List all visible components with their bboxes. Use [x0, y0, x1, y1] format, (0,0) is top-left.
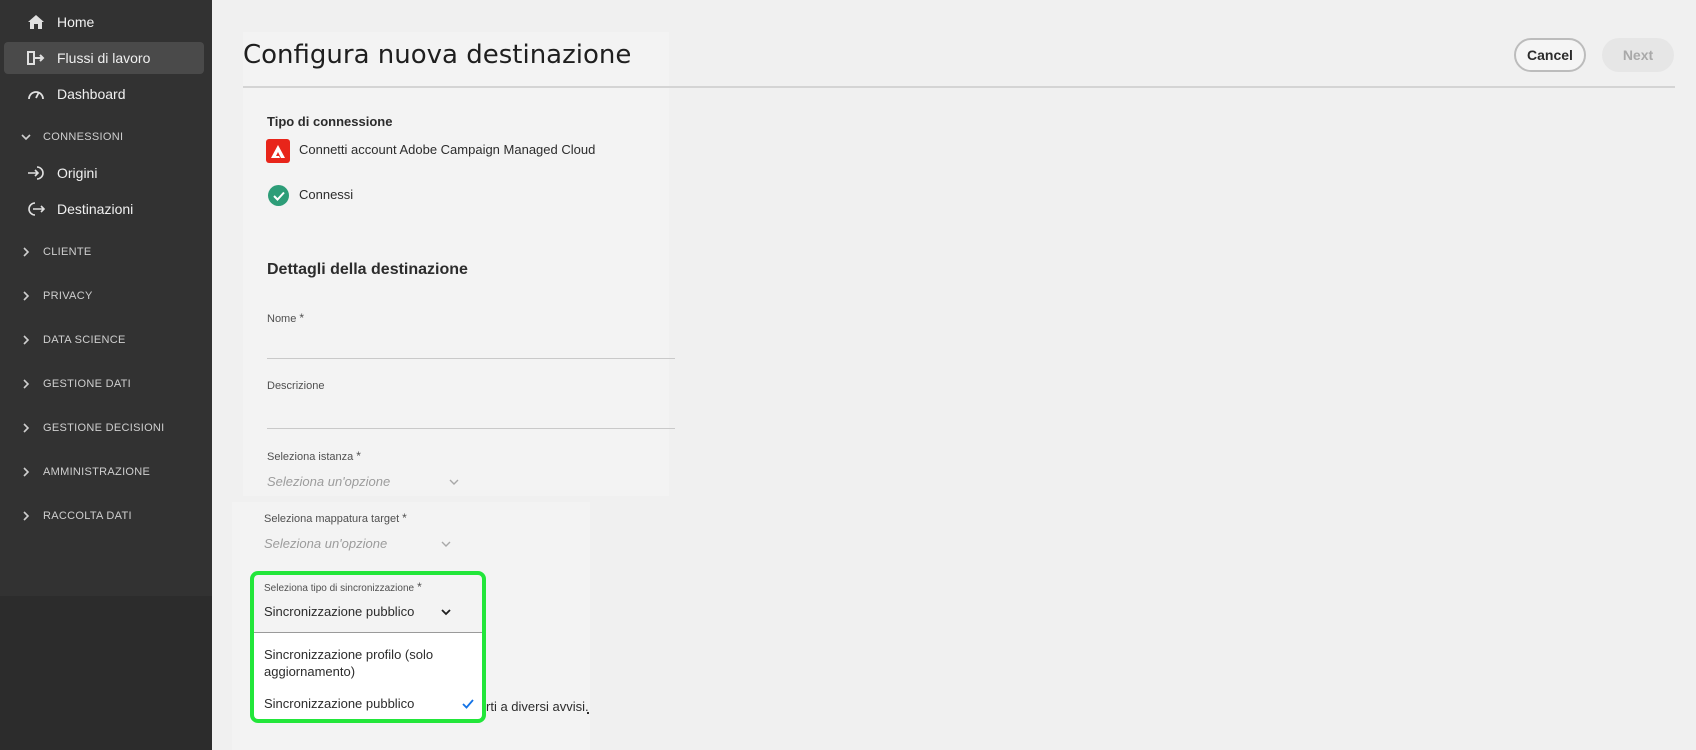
- connection-status-label: Connessi: [299, 187, 354, 202]
- sidebar-item-label: Dashboard: [57, 86, 126, 102]
- sidebar-section-label: CONNESSIONI: [43, 131, 124, 143]
- sidebar-item-label: Home: [57, 14, 95, 30]
- sidebar-section-privacy[interactable]: PRIVACY: [4, 282, 204, 310]
- instance-label: Seleziona istanza *: [267, 449, 361, 463]
- sidebar: Home Flussi di lavoro Dashboard CONNESSI…: [0, 0, 212, 596]
- sync-type-select[interactable]: Sincronizzazione pubblico: [264, 600, 464, 628]
- sidebar-footer: [0, 596, 212, 750]
- name-label: Nome *: [267, 311, 304, 325]
- cancel-button[interactable]: Cancel: [1514, 38, 1586, 72]
- chevron-down-icon[interactable]: [448, 476, 460, 488]
- sync-option-audience[interactable]: Sincronizzazione pubblico: [264, 695, 414, 712]
- mapping-label: Seleziona mappatura target *: [264, 511, 407, 525]
- connection-account-label: Connetti account Adobe Campaign Managed …: [299, 142, 596, 157]
- description-label: Descrizione: [267, 380, 325, 392]
- instance-label-text: Seleziona istanza: [267, 451, 354, 463]
- chevron-right-icon: [20, 378, 32, 390]
- mapping-label-text: Seleziona mappatura target: [264, 513, 400, 525]
- sidebar-section-label: GESTIONE DECISIONI: [43, 422, 165, 434]
- sidebar-item-origini[interactable]: Origini: [4, 157, 204, 189]
- sidebar-section-label: GESTIONE DATI: [43, 378, 132, 390]
- sidebar-item-dashboard[interactable]: Dashboard: [4, 78, 204, 110]
- chevron-down-icon: [20, 131, 32, 143]
- sidebar-item-label: Destinazioni: [57, 201, 134, 217]
- background-hint-text: rti a diversi avvisi.: [486, 699, 589, 714]
- sidebar-section-label: CLIENTE: [43, 246, 92, 258]
- sidebar-item-destinazioni[interactable]: Destinazioni: [4, 193, 204, 225]
- sidebar-section-label: PRIVACY: [43, 290, 93, 302]
- sync-type-value: Sincronizzazione pubblico: [264, 604, 415, 619]
- description-input[interactable]: [267, 428, 675, 429]
- sidebar-section-data-science[interactable]: DATA SCIENCE: [4, 326, 204, 354]
- sidebar-item-label: Origini: [57, 165, 98, 181]
- chevron-down-icon: [441, 609, 451, 616]
- sync-option-profile[interactable]: Sincronizzazione profilo (solo aggiornam…: [264, 646, 454, 680]
- chevron-right-icon: [20, 290, 32, 302]
- chevron-right-icon: [20, 246, 32, 258]
- sign-in-icon: [26, 163, 46, 183]
- next-button[interactable]: Next: [1602, 38, 1674, 72]
- connection-type-heading: Tipo di connessione: [267, 114, 393, 129]
- mapping-select[interactable]: Seleziona un'opzione: [264, 536, 387, 551]
- chevron-right-icon: [20, 510, 32, 522]
- sync-type-menu: Sincronizzazione profilo (solo aggiornam…: [254, 632, 482, 721]
- check-circle-icon: [268, 185, 289, 206]
- sign-out-icon: [26, 199, 46, 219]
- dashboard-icon: [26, 84, 46, 104]
- sidebar-item-workflows[interactable]: Flussi di lavoro: [4, 42, 204, 74]
- chevron-right-icon: [20, 422, 32, 434]
- sidebar-section-connessioni[interactable]: CONNESSIONI: [4, 123, 204, 151]
- name-input[interactable]: [267, 358, 675, 359]
- sidebar-item-home[interactable]: Home: [4, 6, 204, 38]
- home-icon: [26, 12, 46, 32]
- sidebar-item-label: Flussi di lavoro: [57, 50, 151, 66]
- sidebar-section-gestione-dati[interactable]: GESTIONE DATI: [4, 370, 204, 398]
- header-divider: [243, 86, 1675, 88]
- destination-details-heading: Dettagli della destinazione: [267, 261, 468, 278]
- sync-type-label: Seleziona tipo di sincronizzazione *: [264, 580, 422, 594]
- sidebar-section-label: AMMINISTRAZIONE: [43, 466, 151, 478]
- sidebar-section-raccolta-dati[interactable]: RACCOLTA DATI: [4, 502, 204, 530]
- chevron-right-icon: [20, 334, 32, 346]
- workflow-icon: [26, 48, 46, 68]
- adobe-logo-icon: [266, 139, 290, 163]
- checkmark-icon: [462, 699, 474, 709]
- required-asterisk: *: [356, 449, 361, 463]
- page-title: Configura nuova destinazione: [243, 40, 632, 70]
- chevron-right-icon: [20, 466, 32, 478]
- chevron-down-icon[interactable]: [440, 538, 452, 550]
- required-asterisk: *: [417, 580, 422, 594]
- sidebar-section-amministrazione[interactable]: AMMINISTRAZIONE: [4, 458, 204, 486]
- sidebar-section-cliente[interactable]: CLIENTE: [4, 238, 204, 266]
- sidebar-section-label: DATA SCIENCE: [43, 334, 126, 346]
- background-dot: [587, 712, 589, 714]
- instance-select[interactable]: Seleziona un'opzione: [267, 474, 390, 489]
- sync-type-label-text: Seleziona tipo di sincronizzazione: [264, 583, 415, 594]
- required-asterisk: *: [299, 311, 305, 325]
- name-label-text: Nome: [267, 313, 297, 325]
- sidebar-section-label: RACCOLTA DATI: [43, 510, 132, 522]
- required-asterisk: *: [402, 511, 407, 525]
- sidebar-section-gestione-decisioni[interactable]: GESTIONE DECISIONI: [4, 414, 204, 442]
